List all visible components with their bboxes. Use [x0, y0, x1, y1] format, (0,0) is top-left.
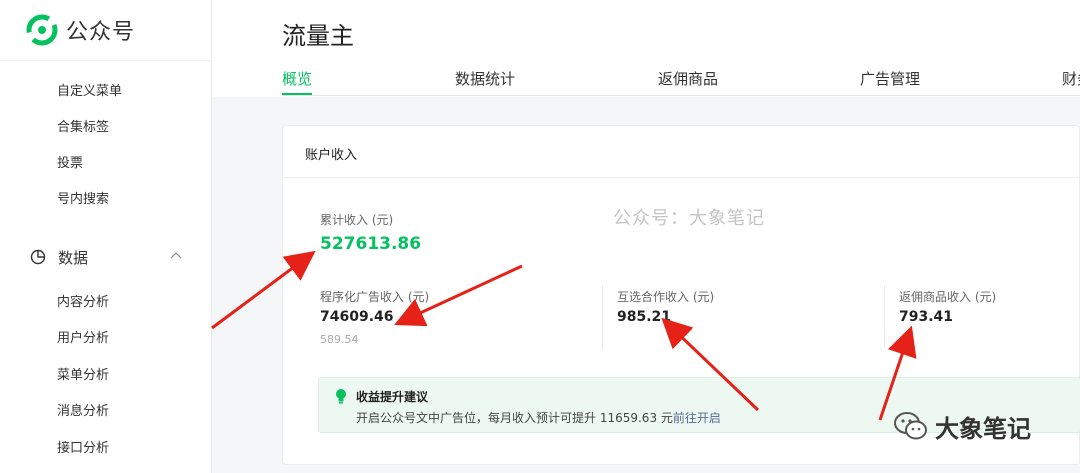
total-income-label: 累计收入 (元)	[320, 213, 394, 227]
tip-description: 开启公众号文中广告位，每月收入预计可提升 11659.63 元前往开启	[356, 409, 721, 426]
total-income-value: 527613.86	[320, 234, 422, 254]
sidebar-item-collection-tags[interactable]: 合集标签	[57, 116, 109, 135]
watermark-text: 公众号：大象笔记	[613, 208, 765, 229]
sidebar-divider	[0, 60, 212, 61]
card-title: 账户收入	[305, 148, 358, 163]
sidebar-item-message-analysis[interactable]: 消息分析	[57, 400, 109, 419]
tab-overview[interactable]: 概览	[282, 68, 312, 89]
programmatic-ad-income-sub: 589.54	[320, 333, 359, 346]
wechat-icon	[894, 412, 927, 440]
sidebar-item-menu-analysis[interactable]: 菜单分析	[57, 364, 109, 383]
tab-finance[interactable]: 财务	[1062, 68, 1080, 89]
sidebar: 公众号 自定义菜单 合集标签 投票 号内搜索 数据 内容分析 用户分析 菜单分析…	[0, 0, 212, 473]
corner-watermark: 大象笔记	[893, 408, 1031, 444]
stat-divider	[602, 286, 603, 348]
tip-title: 收益提升建议	[356, 390, 429, 404]
sidebar-section-label: 数据	[58, 248, 89, 267]
stat-divider	[884, 286, 885, 348]
sidebar-section-data[interactable]: 数据	[30, 246, 190, 268]
sidebar-item-search[interactable]: 号内搜索	[57, 188, 109, 207]
lightbulb-icon	[336, 389, 346, 404]
commission-goods-income-label: 返佣商品收入 (元)	[899, 290, 997, 304]
wechat-mp-logo-icon	[26, 14, 58, 46]
active-tab-indicator	[282, 93, 312, 95]
sidebar-item-vote[interactable]: 投票	[57, 152, 83, 171]
tab-commission-goods[interactable]: 返佣商品	[658, 68, 718, 89]
mutual-selection-income-value: 985.21	[617, 309, 672, 325]
enable-ad-link[interactable]: 前往开启	[673, 411, 721, 425]
commission-goods-income-value: 793.41	[899, 309, 954, 325]
tip-description-text: 开启公众号文中广告位，每月收入预计可提升 11659.63 元	[356, 411, 673, 425]
tab-statistics[interactable]: 数据统计	[455, 68, 515, 89]
sidebar-item-user-analysis[interactable]: 用户分析	[57, 327, 109, 346]
sidebar-item-api-analysis[interactable]: 接口分析	[57, 437, 109, 456]
sidebar-item-custom-menu[interactable]: 自定义菜单	[57, 80, 122, 99]
page-title: 流量主	[282, 22, 354, 50]
programmatic-ad-income-value: 74609.46	[320, 309, 394, 325]
tab-bar: 概览 数据统计 返佣商品 广告管理 财务	[282, 66, 1080, 96]
card-divider	[283, 177, 1080, 178]
tab-ad-management[interactable]: 广告管理	[860, 68, 920, 89]
corner-watermark-text: 大象笔记	[935, 414, 1031, 443]
pie-chart-icon	[30, 249, 46, 265]
mutual-selection-income-label: 互选合作收入 (元)	[617, 290, 715, 304]
chevron-up-icon[interactable]	[170, 251, 182, 259]
sidebar-item-content-analysis[interactable]: 内容分析	[57, 291, 109, 310]
programmatic-ad-income-label: 程序化广告收入 (元)	[320, 290, 430, 304]
brand-name: 公众号	[66, 20, 136, 45]
brand-logo[interactable]: 公众号	[26, 14, 135, 46]
